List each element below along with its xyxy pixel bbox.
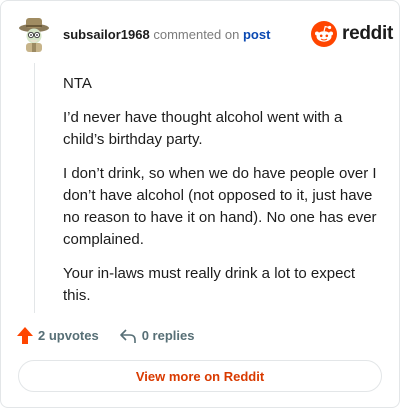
comment-paragraph: I don’t drink, so when we do have people… (63, 165, 377, 248)
comment-paragraph: I’d never have thought alcohol went with… (63, 109, 343, 148)
upvote-arrow-icon (17, 327, 33, 344)
avatar[interactable] (17, 16, 51, 52)
comment-actions: 2 upvotes 0 replies (17, 327, 194, 344)
comment-embed-card: subsailor1968 commented on post reddit N… (0, 0, 400, 408)
thread-line (34, 63, 35, 313)
upvote-button[interactable]: 2 upvotes (17, 327, 99, 344)
reply-count: 0 replies (141, 328, 195, 343)
explorer-avatar-icon (19, 18, 49, 52)
reply-arrow-icon (119, 328, 136, 343)
comment-body: NTA I’d never have thought alcohol went … (63, 73, 383, 319)
comment-paragraph: Your in-laws must really drink a lot to … (63, 265, 356, 304)
reddit-wordmark: reddit (342, 23, 393, 44)
username-link[interactable]: subsailor1968 (63, 27, 150, 42)
post-link[interactable]: post (243, 27, 270, 42)
upvote-count: 2 upvotes (38, 328, 99, 343)
comment-paragraph: NTA (63, 75, 92, 92)
reddit-logo[interactable]: reddit (311, 21, 393, 47)
comment-header: subsailor1968 commented on post (63, 27, 270, 43)
commented-on-text: commented on (153, 27, 240, 42)
view-more-button[interactable]: View more on Reddit (18, 360, 382, 392)
reply-button[interactable]: 0 replies (119, 328, 195, 344)
reddit-snoo-icon (311, 21, 337, 47)
